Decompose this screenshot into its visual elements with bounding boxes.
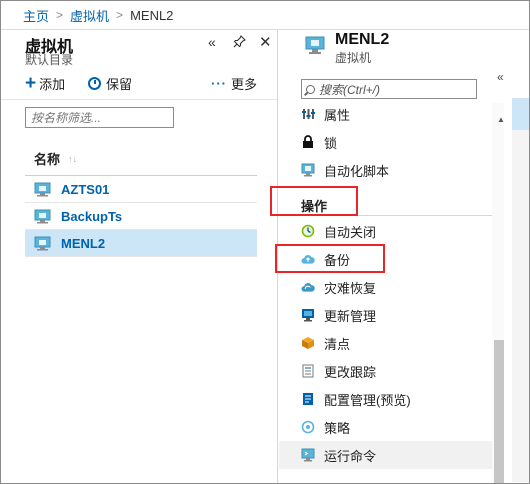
menu-item-label: 配置管理(预览) [324,392,411,408]
vm-row[interactable]: BackupTs [25,203,257,230]
menu-item-properties[interactable]: 属性 [279,103,492,128]
menu-item-label: 锁 [324,135,338,151]
scroll-up-arrow-icon[interactable]: ▲ [497,115,505,124]
vm-name: AZTS01 [61,181,110,197]
next-blade-edge [512,130,529,482]
policy-icon [301,420,315,434]
inventory-icon [301,336,315,350]
menu-item-label: 灾难恢复 [324,280,377,296]
change-tracking-icon [301,364,315,378]
vm-row[interactable]: AZTS01 [25,176,257,203]
resource-menu: 属性 锁 自动化脚本 操作 自动关闭 备份 灾难恢复 更新管理 清点 更改跟踪 … [279,103,492,483]
ellipsis-icon: ··· [211,76,227,91]
collapse-blade-icon[interactable]: « [208,34,216,50]
clock-icon [88,77,101,90]
configuration-management-icon [301,392,315,406]
menu-item-update-management[interactable]: 更新管理 [279,301,492,329]
reserve-button-label: 保留 [106,77,133,92]
blade-subtitle: 默认目录 [25,53,74,67]
menu-search-input[interactable]: 搜索(Ctrl+/) [301,79,477,99]
column-header-label: 名称 [34,152,61,167]
search-placeholder: 搜索(Ctrl+/) [319,82,380,97]
blade-subtitle: 虚拟机 [335,51,372,65]
lock-icon [301,135,315,149]
scrollbar-thumb[interactable] [494,340,504,483]
column-header-name[interactable]: 名称 ↑↓ [34,149,77,168]
search-icon [306,84,315,94]
pin-icon[interactable] [233,35,246,51]
vm-name: MENL2 [61,235,106,251]
breadcrumb-home-link[interactable]: 主页 [23,6,49,25]
virtual-machine-icon [34,236,51,251]
vm-row-selected[interactable]: MENL2 [25,230,257,257]
menu-item-configuration-management[interactable]: 配置管理(预览) [279,385,492,413]
menu-item-run-command[interactable]: 运行命令 [279,441,492,469]
section-header-operations: 操作 [301,199,328,214]
breadcrumb-vms-link[interactable]: 虚拟机 [70,6,109,25]
add-button[interactable]: + 添加 [25,74,65,93]
reserve-button[interactable]: 保留 [88,74,132,93]
plus-icon: + [25,72,37,94]
menu-item-label: 备份 [324,252,351,268]
breadcrumb-separator: > [56,8,64,22]
menu-item-label: 更改跟踪 [324,364,377,380]
menu-item-inventory[interactable]: 清点 [279,329,492,357]
breadcrumb: 主页 > 虚拟机 > MENL2 [1,1,529,30]
sort-icon: ↑↓ [68,153,78,164]
vm-list-blade: 虚拟机 默认目录 « ✕ + 添加 保留 ··· 更多 按名称筛选... 名称 … [1,30,278,483]
menu-item-label: 清点 [324,336,351,352]
menu-item-label: 运行命令 [324,448,377,464]
menu-item-policy[interactable]: 策略 [279,413,492,441]
filter-by-name-input[interactable] [25,107,174,128]
automation-script-icon [301,163,315,177]
window-frame: 主页 > 虚拟机 > MENL2 虚拟机 默认目录 « ✕ + 添加 保留 ··… [0,0,530,484]
close-icon[interactable]: ✕ [259,33,272,51]
backup-icon [301,252,315,266]
breadcrumb-separator: > [116,8,124,22]
blade-title: MENL2 [335,31,390,48]
virtual-machine-icon [305,36,325,55]
disaster-recovery-icon [301,280,315,294]
run-command-icon [301,448,315,462]
next-blade-edge-highlight [512,98,529,130]
menu-item-backup[interactable]: 备份 [279,245,492,273]
menu-item-lock[interactable]: 锁 [279,128,492,156]
blade-toolbar: + 添加 保留 ··· 更多 [1,70,277,100]
section-divider [279,215,492,216]
virtual-machine-icon [34,209,51,224]
menu-item-automation-script[interactable]: 自动化脚本 [279,156,492,184]
menu-item-label: 自动化脚本 [324,163,390,179]
auto-shutdown-icon [301,224,315,238]
menu-item-label: 策略 [324,420,351,436]
menu-item-label: 属性 [324,107,351,123]
menu-item-label: 自动关闭 [324,224,377,240]
more-button-label: 更多 [231,77,258,92]
menu-item-disaster-recovery[interactable]: 灾难恢复 [279,273,492,301]
menu-item-label: 更新管理 [324,308,377,324]
properties-icon [301,107,315,121]
add-button-label: 添加 [39,77,66,92]
vm-name: BackupTs [61,208,123,224]
more-button[interactable]: ··· 更多 [211,74,257,93]
virtual-machine-icon [34,182,51,197]
update-management-icon [301,308,315,322]
collapse-menu-icon[interactable]: « [497,70,504,84]
menu-item-change-tracking[interactable]: 更改跟踪 [279,357,492,385]
vm-detail-blade: MENL2 虚拟机 « 搜索(Ctrl+/) 属性 锁 自动化脚本 操作 自动关… [279,30,529,483]
menu-item-auto-shutdown[interactable]: 自动关闭 [279,217,492,245]
breadcrumb-current: MENL2 [130,7,174,23]
